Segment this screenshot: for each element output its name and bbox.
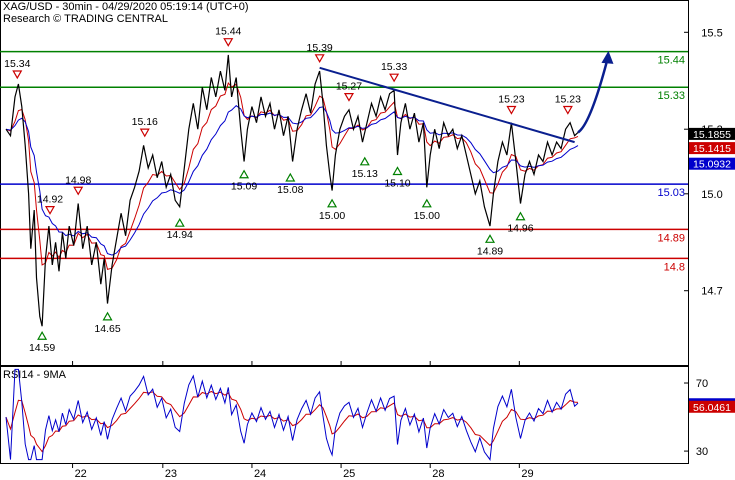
swing-low-marker — [327, 198, 338, 208]
swing-high-marker — [139, 128, 150, 138]
swing-low-label: 15.08 — [277, 184, 303, 196]
swing-low-label: 14.96 — [507, 223, 533, 235]
swing-high-marker — [223, 38, 234, 47]
swing-high-label: 15.16 — [132, 116, 158, 128]
swing-high-label: 15.33 — [381, 61, 407, 73]
swing-low-label: 14.89 — [477, 245, 503, 257]
swing-low-marker — [102, 311, 113, 321]
swing-low-marker — [285, 172, 296, 182]
rsi-tick-label: 70 — [696, 378, 708, 390]
swing-low-label: 15.10 — [384, 178, 410, 190]
swing-high-label: 15.23 — [555, 94, 581, 106]
rsi-line — [5, 368, 579, 461]
swing-high-label: 15.39 — [307, 42, 333, 54]
swing-high-marker — [343, 92, 355, 102]
swing-high-label: 15.23 — [498, 94, 524, 106]
swing-low-marker — [359, 156, 370, 166]
swing-high-marker — [314, 54, 325, 64]
swing-low-marker — [484, 234, 496, 243]
swing-high-marker — [44, 206, 56, 215]
chart-canvas: 15.44 15.33 15.03 14.89 14.8 15.34 14.9214.98… — [0, 0, 735, 480]
swing-high-label: 15.44 — [215, 26, 241, 38]
swing-high-marker — [73, 186, 84, 196]
x-tick-label: 24 — [254, 468, 266, 480]
y-tick-label: 15.0 — [701, 189, 722, 201]
level-label: 14.89 — [657, 232, 685, 244]
x-tick-label: 25 — [343, 468, 355, 480]
price-badges: 15.1855 15.1415 15.0932 — [689, 127, 735, 171]
rsi-tick-label: 30 — [696, 446, 708, 458]
forecast-arrow-shaft — [577, 62, 608, 134]
swing-low-marker — [174, 217, 185, 227]
rsi-panel: 307057.523356.0461 — [5, 368, 735, 461]
chart-frame — [0, 0, 689, 464]
swing-low-label: 15.00 — [319, 210, 345, 222]
swing-low-marker — [37, 331, 48, 340]
x-tick-label: 23 — [165, 468, 177, 480]
level-label: 15.03 — [657, 187, 685, 199]
x-tick-label: 22 — [75, 468, 87, 480]
price-panel-border — [0, 0, 689, 366]
x-tick-label: 28 — [432, 468, 444, 480]
y-tick-label: 14.7 — [701, 286, 722, 298]
swing-high-marker — [562, 105, 573, 115]
level-label: 14.8 — [664, 261, 685, 273]
swing-low-marker — [421, 198, 432, 208]
y-tick-label: 15.5 — [701, 27, 722, 39]
price-badge-label: 15.1855 — [693, 129, 731, 141]
swing-high-marker — [506, 105, 517, 115]
swing-low-marker — [515, 211, 526, 221]
swing-low-label: 15.00 — [414, 210, 440, 222]
swing-high-marker — [12, 70, 23, 80]
swing-low-label: 14.65 — [94, 323, 120, 335]
forecast-arrow-head — [601, 50, 614, 64]
level-label: 15.44 — [657, 55, 685, 67]
rsi-badge-label: 56.0461 — [693, 402, 731, 414]
swing-low-label: 14.94 — [167, 229, 193, 241]
price-badge-label: 15.1415 — [693, 143, 731, 155]
swing-low-marker — [239, 169, 250, 179]
swing-high-label: 14.98 — [65, 174, 91, 186]
swing-high-label: 14.92 — [37, 194, 63, 206]
swing-low-label: 15.09 — [231, 181, 257, 193]
swing-high-marker — [389, 73, 400, 83]
swing-low-label: 15.13 — [352, 168, 378, 180]
swing-high-label: 15.27 — [336, 81, 362, 93]
rsi-panel-border — [0, 366, 689, 464]
swing-low-marker — [392, 166, 403, 176]
x-tick-label: 29 — [521, 468, 533, 480]
swing-high-label: 15.34 — [4, 58, 30, 70]
swing-low-label: 14.59 — [29, 342, 55, 354]
level-label: 15.33 — [657, 90, 685, 102]
price-badge-label: 15.0932 — [693, 159, 731, 171]
